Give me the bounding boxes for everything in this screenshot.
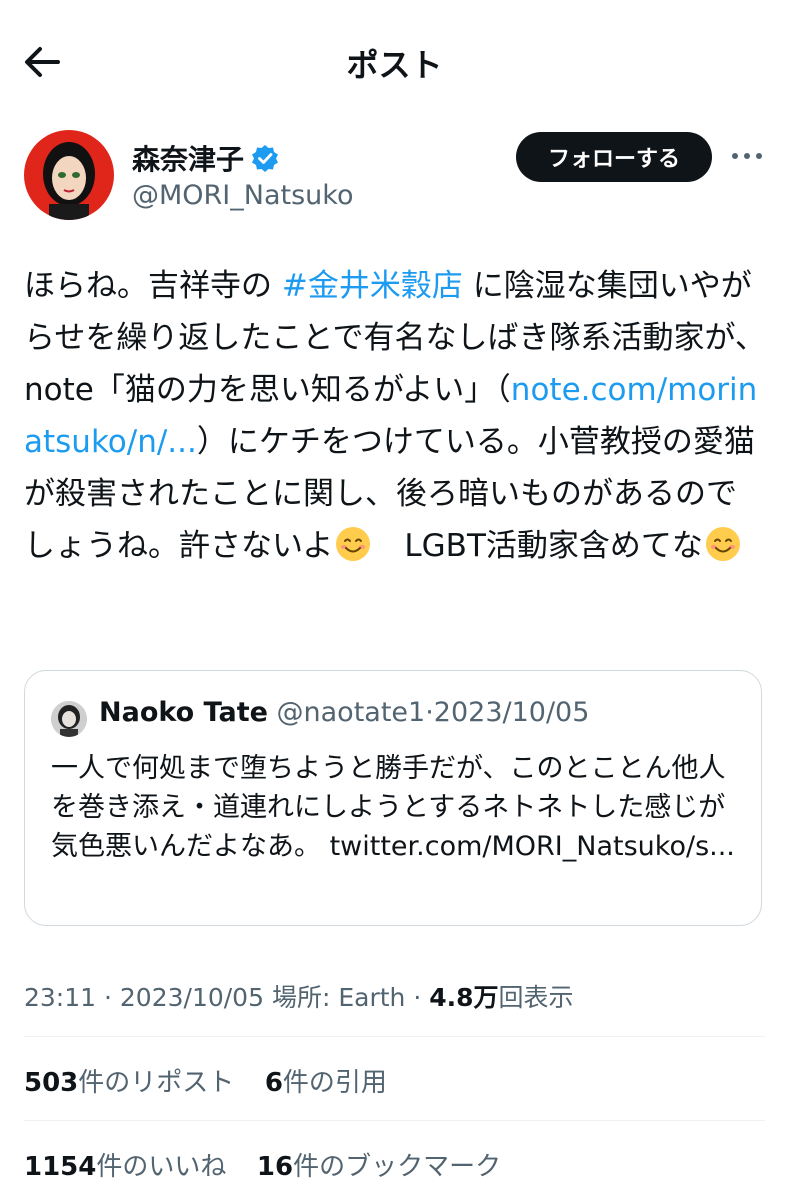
avatar[interactable] (24, 130, 114, 220)
quoted-header: Naoko Tate @naotate1·2023/10/05 (99, 697, 589, 728)
likes-stat[interactable]: 1154件のいいね (24, 1152, 226, 1182)
separator-dot: · (104, 983, 112, 1012)
like-count: 1154 (24, 1152, 97, 1182)
quote-count: 6 (264, 1068, 283, 1098)
view-label: 回表示 (498, 983, 574, 1012)
post-location: 場所: Earth (271, 983, 406, 1012)
page-title: ポスト (346, 46, 443, 84)
separator-dot: · (413, 983, 422, 1012)
quoted-post[interactable]: Naoko Tate @naotate1·2023/10/05 一人で何処まで堕… (24, 670, 762, 926)
follow-button[interactable]: フォローする (516, 132, 712, 182)
reposts-stat[interactable]: 503件のリポスト (24, 1068, 234, 1098)
quotes-stat[interactable]: 6件の引用 (265, 1068, 387, 1098)
divider (24, 1120, 765, 1121)
quote-label: 件の引用 (282, 1068, 387, 1098)
post-author: 森奈津子 @MORI_Natsuko フォローする (24, 128, 764, 224)
bookmark-label: 件のブックマーク (293, 1152, 502, 1182)
smile-emoji-icon (336, 527, 371, 561)
quoted-display-name: Naoko Tate (99, 697, 268, 728)
view-count: 4.8万 (429, 983, 499, 1012)
post-text: ほらね。吉祥寺の (24, 268, 282, 304)
quoted-handle: @naotate1 (276, 697, 426, 728)
post-meta: 23:11 · 2023/10/05 場所: Earth · 4.8万回表示 (24, 978, 574, 1014)
bookmark-count: 16 (256, 1152, 294, 1182)
quoted-date: 2023/10/05 (433, 697, 590, 728)
repost-count: 503 (24, 1068, 79, 1098)
bookmarks-stat[interactable]: 16件のブックマーク (257, 1152, 501, 1182)
quoted-avatar (51, 701, 87, 737)
display-name-row: 森奈津子 (132, 138, 280, 178)
top-bar: ポスト (0, 0, 789, 120)
post-time[interactable]: 23:11 (24, 983, 96, 1012)
quoted-text: 一人で何処まで堕ちようと勝手だが、このとことん他人を巻き添え・道連れにしようとす… (51, 753, 735, 862)
engagement-stats-row: 1154件のいいね 16件のブックマーク (24, 1146, 501, 1183)
hashtag-link[interactable]: #金井米穀店 (282, 268, 463, 304)
separator-dot: · (425, 697, 434, 728)
repost-label: 件のリポスト (78, 1068, 235, 1098)
user-handle[interactable]: @MORI_Natsuko (132, 180, 353, 211)
post-body: ほらね。吉祥寺の #金井米穀店 に陰湿な集団いやがらせを繰り返したことで有名なし… (24, 260, 766, 572)
more-icon[interactable] (730, 144, 764, 168)
smile-emoji-icon (705, 527, 740, 561)
like-label: 件のいいね (96, 1152, 227, 1182)
post-date[interactable]: 2023/10/05 (120, 983, 264, 1012)
display-name[interactable]: 森奈津子 (132, 138, 244, 178)
engagement-stats-row: 503件のリポスト 6件の引用 (24, 1062, 387, 1099)
divider (24, 1036, 765, 1037)
verified-badge-icon (252, 145, 279, 172)
post-text: LGBT活動家含めてな (373, 528, 703, 564)
